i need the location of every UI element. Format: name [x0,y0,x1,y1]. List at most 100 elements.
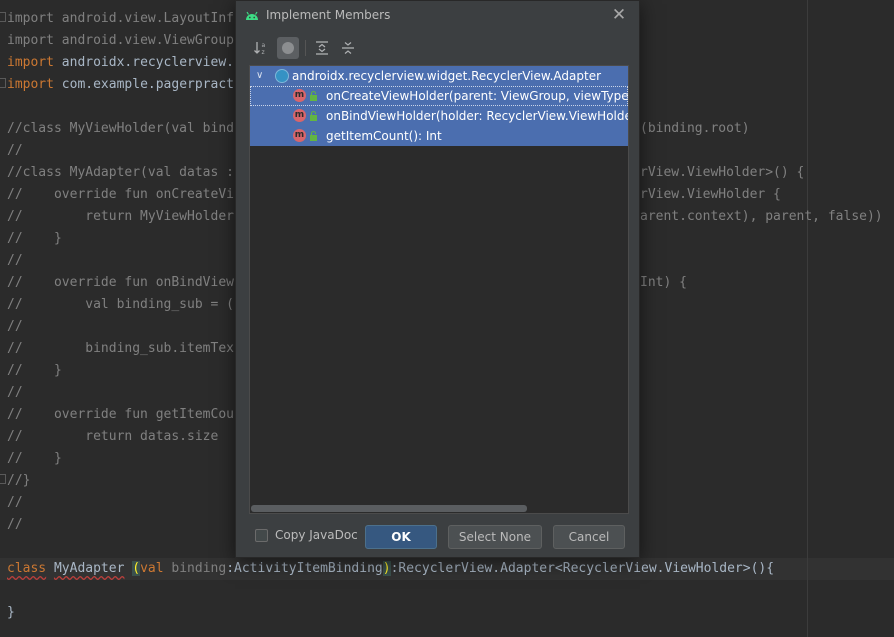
tree-item-getitemcount[interactable]: m getItemCount(): Int [250,126,628,146]
comment-text: //} [7,473,31,488]
select-none-button[interactable]: Select None [448,525,542,549]
import-keyword: import [7,77,62,92]
tree-item-oncreateviewholder[interactable]: m onCreateViewHolder(parent: ViewGroup, … [250,86,628,106]
sort-alphabetically-icon[interactable]: a z [250,37,272,59]
code-line[interactable]: // } [7,448,62,470]
code-line[interactable]: // return datas.size [7,426,218,448]
comment-text: // override fun onCreateVi [7,187,234,202]
code-line[interactable]: // override fun getItemCou [7,404,234,426]
comment-text: // override fun onBindView [7,275,234,290]
code-line[interactable]: //} [7,470,30,492]
comment-text: // binding_sub.itemTex [7,341,234,356]
implement-members-dialog: Implement Members ✕ a z ∨ androidx.recyc… [235,0,640,558]
comment-text: //class MyViewHolder(val bind [7,121,234,136]
show-non-public-icon[interactable] [277,37,299,59]
svg-text:z: z [262,49,265,56]
code-line[interactable]: // [7,382,23,404]
comment-text-overflow: rView.ViewHolder>() { [640,165,805,180]
code-line[interactable]: // } [7,360,62,382]
dialog-toolbar: a z [250,37,630,63]
method-icon: m [293,109,306,122]
collapse-all-icon[interactable] [337,37,359,59]
lock-icon [310,130,317,141]
method-icon: m [293,129,306,142]
toolbar-separator [305,40,306,56]
close-icon[interactable]: ✕ [608,5,630,25]
code-line[interactable]: // [7,140,23,162]
close-paren: ) [382,561,391,576]
code-line[interactable]: import androidx.recyclerview. [7,52,234,74]
comment-text: // return datas.size [7,429,219,444]
keyword-val: val [140,561,164,576]
import-keyword: import [7,55,62,70]
comment-text: // } [7,451,62,466]
code-line[interactable]: // [7,316,23,338]
code-line[interactable]: } [7,602,15,624]
dialog-titlebar[interactable]: Implement Members ✕ [236,1,639,31]
code-line[interactable]: import android.view.ViewGroup [7,30,234,52]
code-line[interactable]: // return MyViewHolder [7,206,234,228]
import-path: android.view.LayoutInf [61,11,234,26]
comment-text: // [7,495,23,510]
cancel-button[interactable]: Cancel [553,525,625,549]
tree-root-adapter[interactable]: ∨ androidx.recyclerview.widget.RecyclerV… [250,66,628,86]
android-icon [246,11,258,20]
comment-text-overflow: (binding.root) [640,121,750,136]
comment-text: // [7,385,23,400]
ok-button[interactable]: OK [365,525,437,549]
code-line[interactable]: // override fun onCreateVi [7,184,234,206]
member-label: onBindViewHolder(holder: RecyclerView.Vi… [326,109,628,123]
code-line[interactable]: // binding_sub.itemTex [7,338,234,360]
comment-text-overflow: arent.context), parent, false)) [640,209,883,224]
param-name: binding [163,561,227,576]
fold-marker[interactable] [0,12,6,22]
code-line[interactable]: // [7,250,23,272]
code-line[interactable]: // override fun onBindView [7,272,234,294]
lock-icon [310,110,317,121]
keyword-class: class [7,561,47,576]
supertype: :RecyclerView.Adapter<RecyclerView.ViewH… [390,561,775,576]
class-name: MyAdapter [53,561,125,576]
import-path: com.example.pagerpract [61,77,234,92]
import-path: android.view.ViewGroup [61,33,234,48]
code-line[interactable]: // } [7,228,62,250]
fold-marker[interactable] [0,78,6,88]
scrollbar-thumb[interactable] [251,505,527,512]
comment-text: // } [7,363,62,378]
horizontal-scrollbar[interactable] [250,504,628,513]
tree-item-onbindviewholder[interactable]: m onBindViewHolder(holder: RecyclerView.… [250,106,628,126]
comment-text: //class MyAdapter(val datas : [7,165,234,180]
code-line[interactable]: //class MyViewHolder(val bind [7,118,234,140]
comment-text: // [7,253,23,268]
svg-text:a: a [262,42,266,49]
comment-text: // return MyViewHolder [7,209,234,224]
code-line[interactable]: // [7,514,23,536]
members-tree[interactable]: ∨ androidx.recyclerview.widget.RecyclerV… [249,65,629,514]
dialog-title: Implement Members [266,8,391,22]
right-margin-guide [807,0,808,637]
copy-javadoc-checkbox[interactable]: Copy JavaDoc [255,527,358,543]
copy-javadoc-label: Copy JavaDoc [275,528,358,542]
abstract-class-icon [275,69,289,83]
expand-all-icon[interactable] [311,37,333,59]
comment-text-overflow: rView.ViewHolder { [640,187,781,202]
chevron-down-icon[interactable]: ∨ [256,66,263,86]
code-line[interactable]: import com.example.pagerpract [7,74,234,96]
code-line[interactable]: // [7,492,23,514]
member-label: onCreateViewHolder(parent: ViewGroup, vi… [326,89,628,103]
comment-text: // } [7,231,62,246]
open-paren: ( [132,561,141,576]
checkbox-box[interactable] [255,528,268,542]
import-path: androidx.recyclerview. [61,55,234,70]
comment-text: // override fun getItemCou [7,407,234,422]
code-line[interactable]: class MyAdapter (val binding:ActivityIte… [7,558,774,580]
import-keyword: import [7,11,62,26]
import-keyword: import [7,33,62,48]
method-icon: m [293,89,306,102]
code-line[interactable]: //class MyAdapter(val datas : [7,162,234,184]
lock-icon [310,90,317,101]
fold-marker[interactable] [0,474,6,484]
code-line[interactable]: import android.view.LayoutInf [7,8,234,30]
comment-text-overflow: Int) { [640,275,687,290]
code-line[interactable]: // val binding_sub = ( [7,294,234,316]
